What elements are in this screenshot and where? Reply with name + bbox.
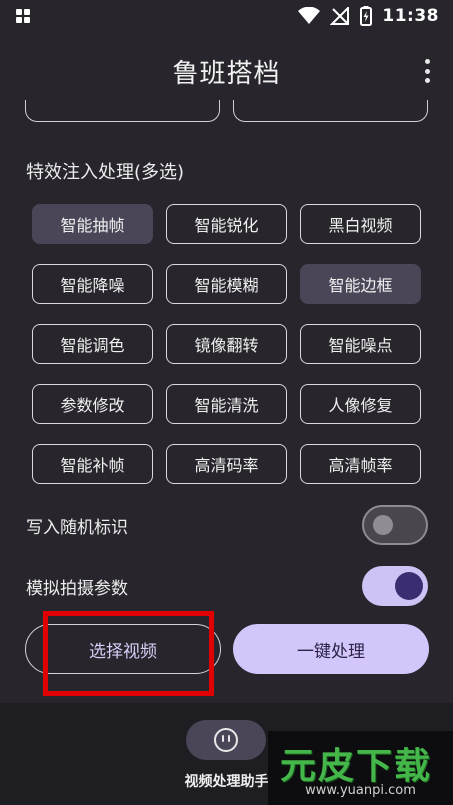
watermark-logo: 元皮下载 — [280, 746, 433, 787]
simulate-params-toggle[interactable] — [362, 566, 428, 606]
simulate-params-label: 模拟拍摄参数 — [26, 578, 128, 599]
random-mark-label: 写入随机标识 — [26, 517, 128, 538]
chip-hd-bitrate[interactable]: 高清码率 — [166, 444, 287, 484]
chip-smart-border[interactable]: 智能边框 — [300, 264, 421, 304]
app-grid-icon — [16, 9, 30, 23]
page-title: 鲁班搭档 — [172, 58, 281, 89]
select-video-button[interactable]: 选择视频 — [25, 624, 221, 674]
smiley-face-icon — [214, 728, 238, 752]
chip-smart-color[interactable]: 智能调色 — [32, 324, 153, 364]
watermark-url: www.yuanpi.com — [305, 783, 416, 798]
no-signal-icon — [330, 7, 350, 25]
chip-portrait-repair[interactable]: 人像修复 — [300, 384, 421, 424]
chip-black-white[interactable]: 黑白视频 — [300, 204, 421, 244]
site-watermark: 元皮下载 www.yuanpi.com — [268, 731, 453, 805]
one-click-process-button[interactable]: 一键处理 — [233, 624, 429, 674]
chip-smart-frame-extract[interactable]: 智能抽帧 — [32, 204, 153, 244]
battery-charging-icon — [360, 6, 373, 26]
chip-mirror-flip[interactable]: 镜像翻转 — [166, 324, 287, 364]
status-time: 11:38 — [382, 6, 439, 26]
effects-section-label: 特效注入处理(多选) — [26, 162, 185, 183]
app-header: 鲁班搭档 — [0, 40, 453, 102]
chip-param-modify[interactable]: 参数修改 — [32, 384, 153, 424]
scrolled-button-left[interactable] — [25, 100, 220, 122]
random-mark-toggle[interactable] — [362, 505, 428, 545]
chip-smart-blur[interactable]: 智能模糊 — [166, 264, 287, 304]
scrolled-button-right[interactable] — [233, 100, 428, 122]
chip-smart-noise[interactable]: 智能噪点 — [300, 324, 421, 364]
chip-hd-framerate[interactable]: 高清帧率 — [300, 444, 421, 484]
wifi-icon — [298, 7, 321, 24]
chip-smart-clean[interactable]: 智能清洗 — [166, 384, 287, 424]
more-options-icon[interactable] — [423, 59, 431, 83]
chip-smart-interpolate[interactable]: 智能补帧 — [32, 444, 153, 484]
random-mark-row: 写入随机标识 — [26, 505, 428, 545]
chip-smart-sharpen[interactable]: 智能锐化 — [166, 204, 287, 244]
chip-smart-denoise[interactable]: 智能降噪 — [32, 264, 153, 304]
simulate-params-row: 模拟拍摄参数 — [26, 566, 428, 606]
nav-item-video-assistant[interactable] — [186, 720, 266, 760]
status-bar: 11:38 — [0, 0, 453, 32]
